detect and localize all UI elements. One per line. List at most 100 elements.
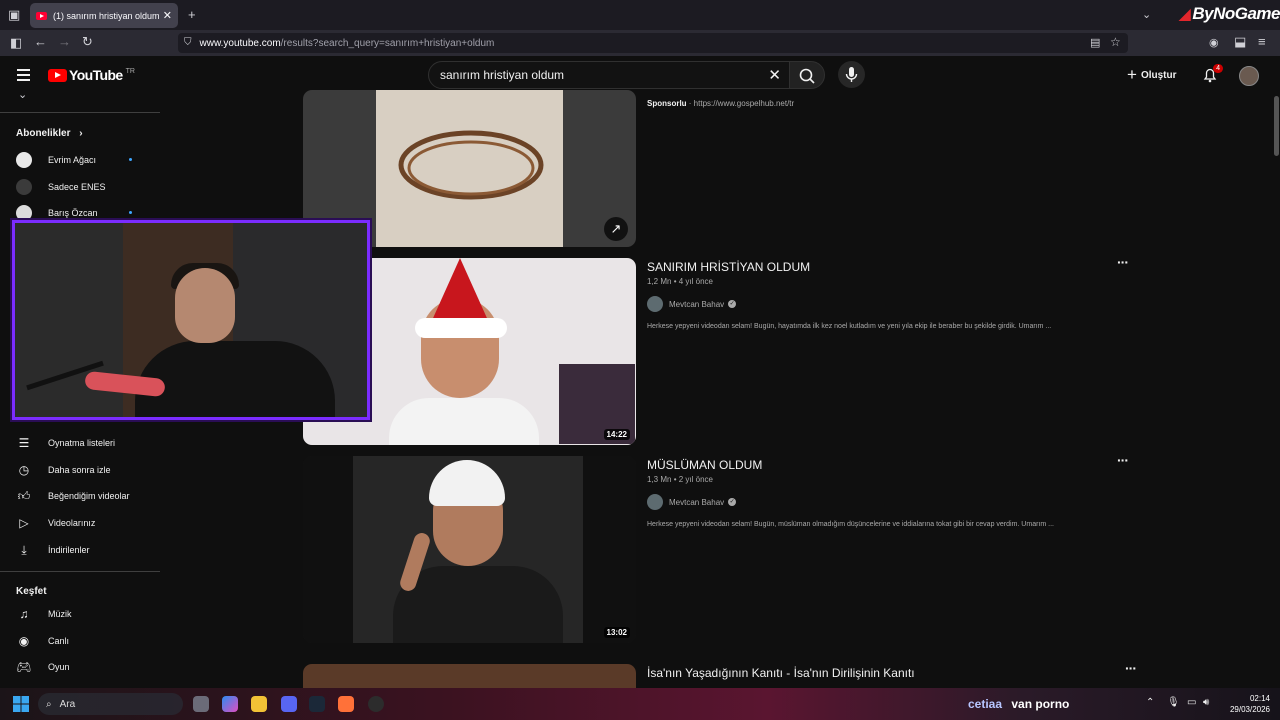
video-title[interactable]: MÜSLÜMAN OLDUM	[647, 458, 762, 472]
back-icon[interactable]: ←	[34, 35, 47, 49]
more-actions-icon[interactable]: ···	[1117, 452, 1129, 468]
reader-view-icon[interactable]: ▤	[1090, 36, 1100, 50]
windows-start-icon[interactable]	[13, 696, 29, 712]
channel-link[interactable]: Mevtcan Bahav ✓	[647, 296, 737, 312]
steam-icon[interactable]	[309, 696, 325, 712]
sidebar-item-label: Videolarınız	[48, 518, 96, 528]
address-bar[interactable]: ⛉ www.youtube.com /results?search_query=…	[178, 33, 1128, 53]
sidebar-item-label: Sadece ENES	[48, 182, 106, 192]
channel-link[interactable]: Mevtcan Bahav ✓	[647, 494, 737, 510]
search-icon	[799, 68, 815, 84]
verified-icon: ✓	[728, 300, 737, 308]
clear-search-icon[interactable]: ✕	[768, 66, 781, 84]
sidebar-item-sadece-enes[interactable]: Sadece ENES	[0, 174, 160, 200]
url-path: /results?search_query=sanırım+hristiyan+…	[280, 37, 495, 49]
microphone-tray-icon[interactable]: 🎙︎	[1167, 697, 1180, 708]
streamer-webcam-overlay	[12, 220, 370, 420]
sidebar-item-watch-later[interactable]: ◷ Daha sonra izle	[0, 457, 160, 483]
browser-tab[interactable]: (1) sanırım hristiyan oldum - Yo ✕	[30, 3, 178, 28]
create-button[interactable]: + Oluştur	[1127, 65, 1177, 85]
sidebar-toggle-icon[interactable]: ◧	[10, 36, 22, 50]
sidebar-item-liked-videos[interactable]: 👍︎ Beğendiğim videolar	[0, 483, 160, 509]
guide-menu-icon[interactable]	[17, 69, 30, 81]
forward-icon[interactable]: →	[58, 35, 71, 49]
reload-icon[interactable]: ↻	[82, 35, 93, 49]
sidebar-item-music[interactable]: ♫ Müzik	[0, 601, 160, 627]
video-meta: 1,2 Mn • 4 yıl önce	[647, 277, 713, 286]
subscriptions-header[interactable]: Abonelikler ›	[16, 128, 83, 139]
microphone-icon	[845, 67, 858, 82]
new-tab-icon[interactable]: +	[188, 8, 196, 22]
sidebar-item-label: Daha sonra izle	[48, 465, 111, 475]
bookmark-star-icon[interactable]: ☆	[1110, 35, 1121, 49]
youtube-logo[interactable]: YouTube TR	[48, 67, 135, 83]
sidebar-item-your-videos[interactable]: ▷ Videolarınız	[0, 510, 160, 536]
new-content-dot	[129, 158, 132, 161]
sidebar-item-downloads[interactable]: ⤓ İndirilenler	[0, 537, 160, 563]
account-icon[interactable]: ◉	[1209, 36, 1219, 50]
video-meta: 1,3 Mn • 2 yıl önce	[647, 475, 713, 484]
taskbar-search[interactable]: ⌕ Ara	[38, 693, 183, 715]
video-thumbnail[interactable]: 13:02	[303, 456, 636, 643]
file-explorer-icon[interactable]	[251, 696, 267, 712]
external-link-icon[interactable]: ↗	[604, 217, 628, 241]
menu-icon[interactable]: ≡	[1258, 35, 1266, 49]
extensions-icon[interactable]: ⬓	[1234, 35, 1246, 49]
overlay-username: cetiaa	[968, 697, 1003, 711]
account-avatar[interactable]	[1239, 66, 1259, 86]
more-actions-icon[interactable]: ···	[1117, 254, 1129, 270]
task-view-icon[interactable]	[193, 696, 209, 712]
notification-badge: 4	[1213, 64, 1223, 73]
copilot-icon[interactable]	[222, 696, 238, 712]
sponsored-label: Sponsorlu	[647, 99, 687, 108]
more-actions-icon[interactable]: ···	[1125, 660, 1137, 676]
live-broadcast-icon: ◉	[18, 634, 30, 648]
video-play-icon: ▷	[19, 516, 29, 530]
subscriptions-title: Abonelikler	[16, 128, 71, 139]
sidebar-item-label: Evrim Ağacı	[48, 155, 97, 165]
view-count: 1,2 Mn	[647, 277, 672, 286]
tab-list-icon[interactable]: ▣	[8, 8, 20, 22]
collapsed-item-icon[interactable]: ⌄	[18, 88, 27, 102]
sidebar-item-label: Oynatma listeleri	[48, 438, 116, 448]
clock-icon: ◷	[18, 463, 30, 477]
video-title[interactable]: SANIRIM HRİSTİYAN OLDUM	[647, 260, 810, 274]
sidebar-item-live[interactable]: ◉ Canlı	[0, 628, 160, 654]
chevron-right-icon: ›	[79, 128, 83, 139]
search-input[interactable]: sanırım hristiyan oldum ✕	[428, 61, 790, 89]
channel-avatar	[16, 152, 32, 168]
sidebar-item-label: Müzik	[48, 609, 72, 619]
sidebar-item-playlists[interactable]: ☰ Oynatma listeleri	[0, 430, 160, 456]
explore-header: Keşfet	[16, 586, 47, 597]
ad-sponsor-line[interactable]: Sponsorlu · https://www.gospelhub.net/tr	[647, 99, 794, 108]
obs-icon[interactable]	[368, 696, 384, 712]
verified-icon: ✓	[728, 498, 737, 506]
music-note-icon: ♫	[19, 607, 29, 621]
video-thumbnail[interactable]	[303, 664, 636, 688]
channel-avatar	[647, 296, 663, 312]
tab-overflow-chevron-icon[interactable]: ⌄	[1142, 8, 1151, 22]
voice-search-button[interactable]	[838, 61, 865, 88]
notifications-button[interactable]: 4	[1201, 64, 1223, 84]
network-icon[interactable]: ▭	[1187, 697, 1196, 708]
page-scrollbar[interactable]	[1271, 94, 1280, 688]
channel-name: Mevtcan Bahav	[669, 497, 725, 507]
volume-icon[interactable]: 🔊︎	[1203, 697, 1209, 708]
tray-overflow-icon[interactable]: ⌃	[1146, 697, 1154, 708]
firefox-icon[interactable]	[338, 696, 354, 712]
clock-time: 02:14	[1249, 694, 1270, 703]
site-info-icon[interactable]: ⛉	[184, 36, 192, 50]
sidebar-item-gaming[interactable]: 🎮︎ Oyun	[0, 654, 160, 680]
taskbar: ⌕ Ara cetiaa van porno ⌃ 🎙︎ ▭ 🔊︎ 02:14 2…	[0, 688, 1280, 720]
sidebar-item-label: Beğendiğim videolar	[48, 491, 130, 501]
search-icon: ⌕	[46, 698, 52, 710]
upload-age: 2 yıl önce	[678, 475, 713, 484]
system-clock[interactable]: 02:14 29/03/2026	[1226, 693, 1270, 715]
search-button[interactable]	[789, 61, 825, 89]
sidebar-item-label: Oyun	[48, 662, 70, 672]
sidebar-item-label: İndirilenler	[48, 545, 90, 555]
discord-icon[interactable]	[281, 696, 297, 712]
tab-close-icon[interactable]: ✕	[163, 9, 172, 22]
video-title[interactable]: İsa'nın Yaşadığının Kanıtı - İsa'nın Dir…	[647, 666, 915, 680]
sidebar-item-evrim-agaci[interactable]: Evrim Ağacı	[0, 147, 160, 173]
